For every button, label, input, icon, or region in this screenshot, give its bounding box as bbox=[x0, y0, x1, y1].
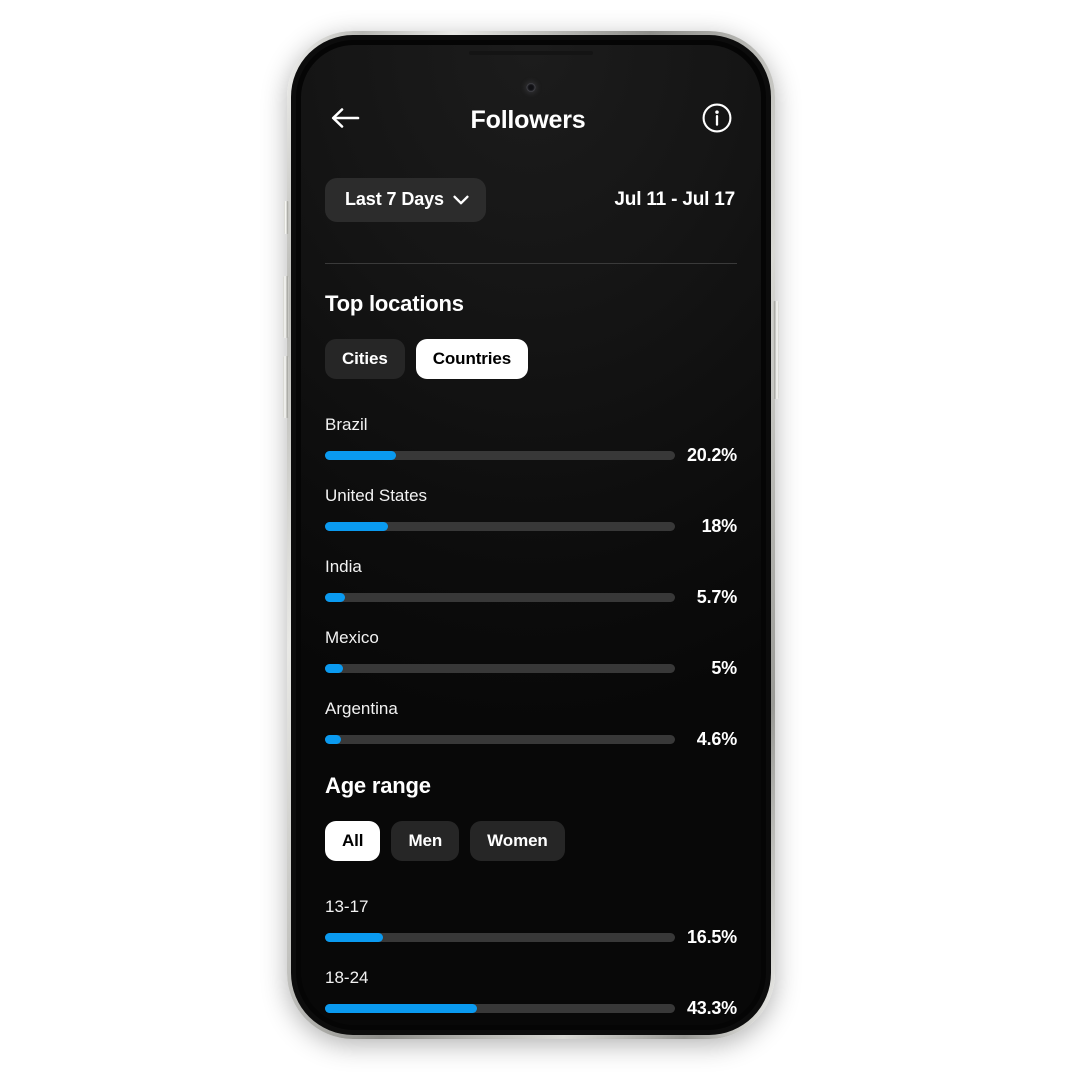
bar-row-value: 4.6% bbox=[696, 729, 737, 749]
bar-fill bbox=[325, 664, 343, 673]
bar-row: 18-24 43.3% bbox=[325, 968, 737, 1019]
bar-row-value: 18% bbox=[701, 516, 738, 536]
volume-up-button[interactable] bbox=[283, 276, 289, 338]
tab-age-women[interactable]: Women bbox=[470, 821, 565, 861]
bar-row: Brazil 20.2% bbox=[325, 415, 737, 466]
date-range-bar: Last 7 Days Jul 11 - Jul 17 bbox=[301, 176, 761, 224]
top-locations-bar-list: Brazil 20.2% United States 18% India 5.7% Mexi… bbox=[325, 415, 737, 750]
bar-row-label: 18-24 bbox=[325, 968, 369, 987]
bar-fill bbox=[325, 735, 342, 744]
tab-locations-countries[interactable]: Countries bbox=[415, 339, 529, 379]
bar-track bbox=[325, 593, 675, 602]
bar-track bbox=[325, 522, 675, 531]
page-title: Followers bbox=[470, 105, 586, 134]
age-range-title: Age range bbox=[325, 773, 431, 798]
bar-track bbox=[325, 933, 675, 942]
bar-track bbox=[325, 735, 675, 744]
bar-track bbox=[325, 1004, 675, 1013]
followers-insights-screen: Followers Last 7 Days Jul 11 - Jul 17 To… bbox=[301, 45, 761, 1025]
bar-fill bbox=[325, 1004, 477, 1013]
age-range-bar-list: 13-17 16.5% 18-24 43.3% bbox=[325, 897, 737, 1019]
bar-fill bbox=[325, 451, 396, 460]
bar-row-label: United States bbox=[325, 486, 428, 505]
arrow-left-icon bbox=[330, 106, 360, 135]
bar-row-label: Argentina bbox=[325, 699, 398, 718]
bar-row-line: 18% bbox=[325, 516, 737, 537]
bar-fill bbox=[325, 933, 383, 942]
bar-row-line: 5.7% bbox=[325, 587, 737, 608]
bar-row-value: 43.3% bbox=[686, 998, 737, 1018]
power-button[interactable] bbox=[773, 301, 779, 399]
top-locations-section: Top locations Cities Countries Brazil 20.2… bbox=[301, 291, 761, 770]
bar-row-value: 16.5% bbox=[686, 927, 737, 947]
bar-row-label: Mexico bbox=[325, 628, 379, 647]
bar-row: United States 18% bbox=[325, 486, 737, 537]
bar-track bbox=[325, 664, 675, 673]
screenshot-canvas: Followers Last 7 Days Jul 11 - Jul 17 To… bbox=[0, 0, 1080, 1080]
bar-row-label: 13-17 bbox=[325, 897, 369, 916]
tab-locations-cities[interactable]: Cities bbox=[325, 339, 405, 379]
date-range-selector-label: Last 7 Days bbox=[345, 189, 444, 209]
volume-down-button[interactable] bbox=[283, 356, 289, 418]
bar-fill bbox=[325, 593, 345, 602]
info-circle-icon bbox=[701, 102, 733, 139]
bar-row: India 5.7% bbox=[325, 557, 737, 608]
bar-fill bbox=[325, 522, 388, 531]
date-range-text: Jul 11 - Jul 17 bbox=[614, 189, 735, 210]
tab-age-all[interactable]: All bbox=[325, 821, 381, 861]
info-button[interactable] bbox=[695, 98, 739, 142]
tab-age-men[interactable]: Men bbox=[391, 821, 460, 861]
bar-row-value: 20.2% bbox=[686, 445, 737, 465]
age-range-tab-group: All Men Women bbox=[325, 821, 737, 861]
phone-screen: Followers Last 7 Days Jul 11 - Jul 17 To… bbox=[301, 45, 761, 1025]
bar-row-line: 43.3% bbox=[325, 998, 737, 1019]
bar-row-line: 16.5% bbox=[325, 927, 737, 948]
header-divider bbox=[325, 263, 737, 264]
chevron-down-icon bbox=[453, 195, 469, 205]
bar-row-label: India bbox=[325, 557, 362, 576]
bar-row: Argentina 4.6% bbox=[325, 699, 737, 750]
bar-track bbox=[325, 451, 675, 460]
bar-row: 13-17 16.5% bbox=[325, 897, 737, 948]
silent-switch-button[interactable] bbox=[284, 201, 289, 234]
date-range-selector[interactable]: Last 7 Days bbox=[325, 178, 486, 222]
bar-row-line: 4.6% bbox=[325, 729, 737, 750]
phone-device-frame: Followers Last 7 Days Jul 11 - Jul 17 To… bbox=[283, 31, 779, 1039]
top-locations-title: Top locations bbox=[325, 291, 464, 316]
bar-row-line: 5% bbox=[325, 658, 737, 679]
bar-row-label: Brazil bbox=[325, 415, 368, 434]
app-header: Followers bbox=[301, 94, 761, 146]
bar-row-value: 5% bbox=[711, 658, 737, 678]
age-range-section: Age range All Men Women 13-17 16.5% 18-24 43.… bbox=[301, 773, 761, 1025]
bar-row-value: 5.7% bbox=[696, 587, 737, 607]
bar-row-line: 20.2% bbox=[325, 445, 737, 466]
bar-row: Mexico 5% bbox=[325, 628, 737, 679]
top-locations-tab-group: Cities Countries bbox=[325, 339, 737, 379]
